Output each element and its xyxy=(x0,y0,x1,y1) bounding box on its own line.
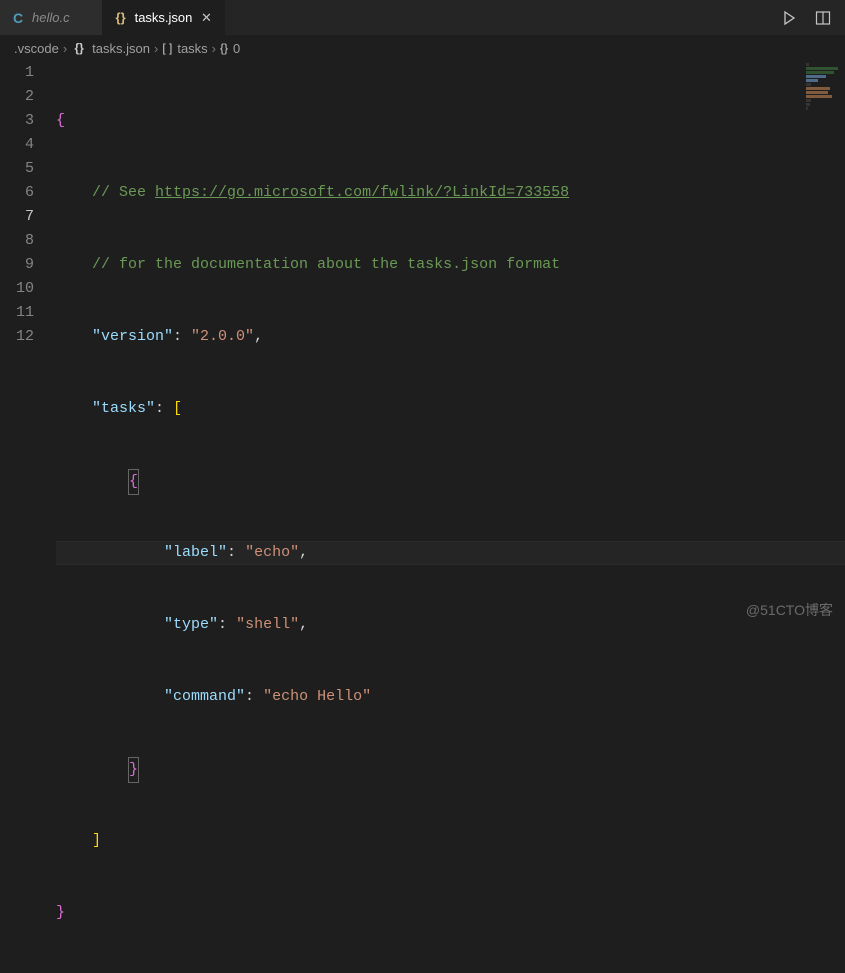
tab-label: tasks.json xyxy=(135,10,193,25)
line-number-gutter: 1 2 3 4 5 6 7 8 9 10 11 12 xyxy=(0,61,56,630)
line-number: 2 xyxy=(0,85,34,109)
split-editor-icon[interactable] xyxy=(815,10,831,26)
line-number: 6 xyxy=(0,181,34,205)
line-number: 12 xyxy=(0,325,34,349)
code-line: } xyxy=(56,757,845,781)
close-icon[interactable]: ✕ xyxy=(198,10,214,26)
line-number: 8 xyxy=(0,229,34,253)
breadcrumb-item[interactable]: [ ] tasks xyxy=(162,41,207,56)
json-key: "command" xyxy=(164,688,245,705)
braces-icon: {} xyxy=(71,41,87,55)
code-line: "type": "shell", xyxy=(56,613,845,637)
tab-label: hello.c xyxy=(32,10,70,25)
code-line: ] xyxy=(56,829,845,853)
line-number: 9 xyxy=(0,253,34,277)
code-area[interactable]: { // See https://go.microsoft.com/fwlink… xyxy=(56,61,845,630)
line-number: 7 xyxy=(0,205,34,229)
code-line: // See https://go.microsoft.com/fwlink/?… xyxy=(56,181,845,205)
tab-tasks-json[interactable]: {} tasks.json ✕ xyxy=(103,0,226,35)
chevron-right-icon: › xyxy=(154,41,158,56)
code-line: "tasks": [ xyxy=(56,397,845,421)
tabbar-actions xyxy=(767,0,845,35)
json-key: "label" xyxy=(164,544,227,561)
code-line: "command": "echo Hello" xyxy=(56,685,845,709)
run-icon[interactable] xyxy=(781,10,797,26)
tab-bar: C hello.c ✕ {} tasks.json ✕ xyxy=(0,0,845,35)
url-link[interactable]: https://go.microsoft.com/fwlink/?LinkId=… xyxy=(155,184,569,201)
line-number: 10 xyxy=(0,277,34,301)
line-number: 4 xyxy=(0,133,34,157)
bracket-close: } xyxy=(128,757,139,783)
line-number: 3 xyxy=(0,109,34,133)
breadcrumb-label: .vscode xyxy=(14,41,59,56)
breadcrumb-label: tasks.json xyxy=(92,41,150,56)
json-string: "echo" xyxy=(245,544,299,561)
breadcrumb-item[interactable]: .vscode xyxy=(14,41,59,56)
comment-text: // for the documentation about the tasks… xyxy=(92,256,560,273)
bracket-open: { xyxy=(128,469,139,495)
tabbar-spacer xyxy=(225,0,767,35)
json-string: "2.0.0" xyxy=(191,328,254,345)
breadcrumb-item[interactable]: {} tasks.json xyxy=(71,41,150,56)
code-line: } xyxy=(56,901,845,925)
chevron-right-icon: › xyxy=(212,41,216,56)
braces-icon: {} xyxy=(220,41,228,55)
code-line: "label": "echo", xyxy=(56,541,845,565)
json-key: "type" xyxy=(164,616,218,633)
code-line: { xyxy=(56,469,845,493)
breadcrumb: .vscode › {} tasks.json › [ ] tasks › {}… xyxy=(0,35,845,61)
breadcrumb-item[interactable]: {} 0 xyxy=(220,41,240,56)
editor[interactable]: 1 2 3 4 5 6 7 8 9 10 11 12 { // See http… xyxy=(0,61,845,630)
line-number: 1 xyxy=(0,61,34,85)
breadcrumb-label: 0 xyxy=(233,41,240,56)
json-file-icon: {} xyxy=(113,10,129,25)
breadcrumb-label: tasks xyxy=(177,41,207,56)
json-key: "tasks" xyxy=(92,400,155,417)
code-line: // for the documentation about the tasks… xyxy=(56,253,845,277)
code-line: "version": "2.0.0", xyxy=(56,325,845,349)
brackets-icon: [ ] xyxy=(162,41,172,55)
code-line: { xyxy=(56,109,845,133)
json-string: "echo Hello" xyxy=(263,688,371,705)
json-key: "version" xyxy=(92,328,173,345)
watermark: @51CTO博客 xyxy=(746,600,833,620)
json-string: "shell" xyxy=(236,616,299,633)
chevron-right-icon: › xyxy=(63,41,67,56)
line-number: 5 xyxy=(0,157,34,181)
tab-hello-c[interactable]: C hello.c ✕ xyxy=(0,0,103,35)
line-number: 11 xyxy=(0,301,34,325)
c-file-icon: C xyxy=(10,10,26,26)
comment-text: // See xyxy=(92,184,155,201)
